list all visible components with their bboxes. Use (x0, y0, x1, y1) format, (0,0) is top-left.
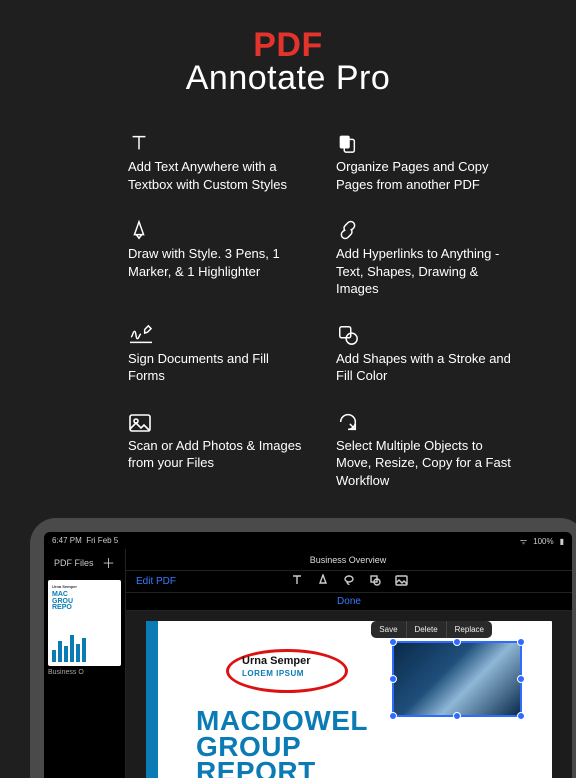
tool-image-icon[interactable] (395, 575, 408, 589)
wifi-icon: ᯤ (520, 536, 527, 547)
thumb-title: MAC GROU REPO (52, 592, 73, 612)
feature-pen: Draw with Style. 3 Pens, 1 Marker, & 1 H… (128, 215, 308, 298)
context-menu: Save Delete Replace (371, 621, 492, 638)
smile-icon[interactable] (152, 553, 163, 566)
tablet-screen: 6:47 PM Fri Feb 5 ᯤ 100% ▮ PDF Files ＋ U… (44, 532, 572, 778)
feature-label: Sign Documents and Fill Forms (128, 350, 308, 385)
feature-grid: Add Text Anywhere with a Textbox with Cu… (0, 118, 576, 489)
tablet-frame: 6:47 PM Fri Feb 5 ᯤ 100% ▮ PDF Files ＋ U… (30, 518, 576, 778)
doc-title: Business Overview (190, 555, 506, 565)
toolbar: Edit PDF (126, 571, 572, 593)
pen-icon (128, 215, 308, 241)
feature-signature: Sign Documents and Fill Forms (128, 320, 308, 385)
feature-link: Add Hyperlinks to Anything - Text, Shape… (336, 215, 516, 298)
feature-label: Add Shapes with a Stroke and Fill Color (336, 350, 516, 385)
doc-thumbnail[interactable]: Urna Semper MAC GROU REPO (48, 580, 121, 666)
feature-select: Select Multiple Objects to Move, Resize,… (336, 407, 516, 490)
menu-save[interactable]: Save (371, 621, 406, 638)
hero-subtitle: Annotate Pro (0, 59, 576, 98)
feature-label: Add Text Anywhere with a Textbox with Cu… (128, 158, 308, 193)
feature-text: Add Text Anywhere with a Textbox with Cu… (128, 128, 308, 193)
page-accent (146, 621, 158, 778)
sidebar-title: PDF Files (54, 558, 94, 568)
tool-text-icon[interactable] (291, 574, 303, 589)
thumb-label: Business O (48, 669, 121, 676)
battery-label: 100% (533, 537, 553, 546)
tool-shape-icon[interactable] (369, 574, 381, 589)
feature-label: Select Multiple Objects to Move, Resize,… (336, 437, 516, 490)
done-button[interactable]: Done (126, 593, 572, 611)
menu-replace[interactable]: Replace (447, 621, 492, 638)
selected-image[interactable] (392, 641, 522, 717)
share-icon[interactable] (514, 553, 525, 566)
menu-delete[interactable]: Delete (407, 621, 447, 638)
status-time: 6:47 PM (52, 536, 82, 545)
window-topbar: Business Overview (126, 549, 572, 571)
main-area: Business Overview Edit PDF Done (126, 549, 572, 778)
feature-label: Organize Pages and Copy Pages from anoth… (336, 158, 516, 193)
ellipse-title: Urna Semper (242, 655, 310, 667)
feature-pages: Organize Pages and Copy Pages from anoth… (336, 128, 516, 193)
canvas[interactable]: Save Delete Replace Urna Semper LOREM IP… (126, 611, 572, 778)
battery-icon: ▮ (560, 537, 564, 546)
feature-shapes: Add Shapes with a Stroke and Fill Color (336, 320, 516, 385)
link-icon (336, 215, 516, 241)
edit-pdf-button[interactable]: Edit PDF (136, 576, 176, 587)
sidebar: PDF Files ＋ Urna Semper MAC GROU REPO Bu… (44, 549, 126, 778)
status-date: Fri Feb 5 (86, 536, 118, 545)
ellipse-subtitle: LOREM IPSUM (242, 669, 304, 678)
select-icon (336, 407, 516, 433)
doc-heading: MACDOWEL GROUP REPORT (196, 708, 368, 778)
shapes-icon (336, 320, 516, 346)
feature-photo: Scan or Add Photos & Images from your Fi… (128, 407, 308, 490)
pdf-page[interactable]: Save Delete Replace Urna Semper LOREM IP… (146, 621, 552, 778)
signature-icon (128, 320, 308, 346)
feature-label: Add Hyperlinks to Anything - Text, Shape… (336, 245, 516, 298)
feature-label: Scan or Add Photos & Images from your Fi… (128, 437, 308, 472)
undo-icon[interactable] (171, 553, 182, 566)
thumb-chart (52, 632, 117, 662)
thumb-small: Urna Semper (52, 584, 77, 589)
text-icon (128, 128, 308, 154)
tool-pen-icon[interactable] (317, 574, 329, 589)
add-icon[interactable]: ＋ (102, 553, 115, 572)
status-bar: 6:47 PM Fri Feb 5 ᯤ 100% ▮ (44, 532, 572, 549)
pages-icon (336, 128, 516, 154)
search-icon[interactable] (533, 553, 544, 566)
feature-label: Draw with Style. 3 Pens, 1 Marker, & 1 H… (128, 245, 308, 280)
photo-icon (128, 407, 308, 433)
back-icon[interactable] (134, 554, 144, 566)
tool-lasso-icon[interactable] (343, 574, 355, 589)
panel-icon[interactable] (552, 553, 564, 566)
